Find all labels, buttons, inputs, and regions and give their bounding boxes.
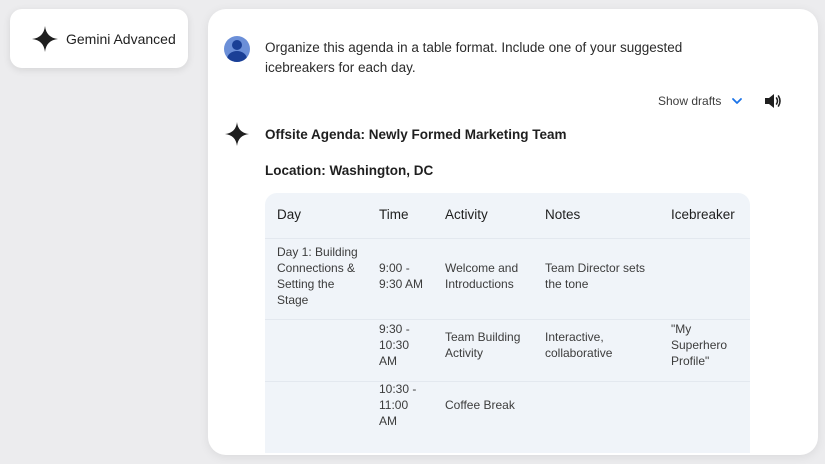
gemini-spark-icon (225, 122, 249, 146)
gemini-advanced-chip[interactable]: Gemini Advanced (10, 9, 188, 68)
header-time: Time (379, 207, 409, 222)
cell-activity: Coffee Break (445, 398, 515, 412)
chevron-down-icon (732, 98, 743, 104)
user-avatar-icon (224, 36, 250, 62)
chat-card: Organize this agenda in a table format. … (208, 9, 818, 455)
row-divider (265, 381, 750, 382)
header-icebreaker: Icebreaker (671, 207, 735, 222)
user-prompt: Organize this agenda in a table format. … (265, 40, 683, 75)
gemini-spark-icon (32, 26, 58, 52)
cell-time: 9:00 - 9:30 AM (379, 261, 424, 291)
agenda-table: Day Time Activity Notes Icebreaker Day 1… (265, 193, 750, 453)
cell-time: 9:30 - 10:30 AM (379, 322, 410, 368)
header-notes: Notes (545, 207, 581, 222)
row-divider (265, 238, 750, 239)
header-day: Day (277, 207, 302, 222)
response-location: Location: Washington, DC (265, 163, 434, 178)
cell-notes: Interactive, collaborative (545, 330, 613, 360)
cell-time: 10:30 - 11:00 AM (379, 382, 417, 428)
row-divider (265, 319, 750, 320)
show-drafts-button[interactable]: Show drafts (658, 94, 743, 108)
response-title: Offsite Agenda: Newly Formed Marketing T… (265, 127, 567, 142)
cell-day: Day 1: Building Connections & Setting th… (277, 245, 358, 307)
header-activity: Activity (445, 207, 488, 222)
cell-activity: Team Building Activity (445, 330, 521, 360)
brand-name: Gemini Advanced (66, 31, 176, 47)
show-drafts-label: Show drafts (658, 94, 722, 108)
cell-notes: Team Director sets the tone (545, 261, 646, 291)
speaker-icon[interactable] (764, 93, 782, 109)
cell-activity: Welcome and Introductions (445, 261, 519, 291)
cell-icebreaker: "My Superhero Profile" (671, 322, 728, 368)
